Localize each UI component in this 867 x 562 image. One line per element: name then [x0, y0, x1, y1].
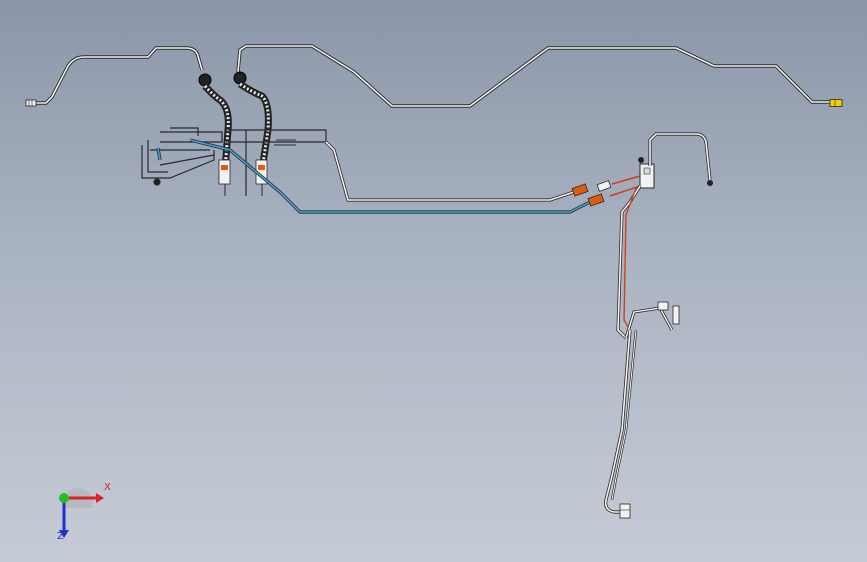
- main-crossover-brake-line[interactable]: [274, 139, 581, 202]
- upper-left-brake-line[interactable]: [25, 46, 204, 107]
- left-end-fitting[interactable]: [25, 99, 37, 107]
- mounting-bracket-frame[interactable]: [141, 127, 327, 196]
- upper-right-brake-line[interactable]: [236, 44, 843, 108]
- right-end-fitting[interactable]: [829, 99, 843, 107]
- brake-line-assembly-model[interactable]: [0, 0, 867, 562]
- bottom-end-fitting[interactable]: [619, 503, 631, 519]
- rear-vertical-brake-lines[interactable]: [604, 185, 680, 519]
- x-axis-arrow: [96, 493, 104, 503]
- x-axis-label: X: [104, 482, 111, 493]
- z-axis-label: Z: [57, 531, 64, 542]
- orientation-triad: X Z: [40, 478, 120, 548]
- cad-viewport[interactable]: X Z: [0, 0, 867, 562]
- upper-hook-brake-line[interactable]: [648, 132, 713, 186]
- y-axis-dot: [59, 493, 69, 503]
- left-flex-hose[interactable]: [198, 73, 232, 196]
